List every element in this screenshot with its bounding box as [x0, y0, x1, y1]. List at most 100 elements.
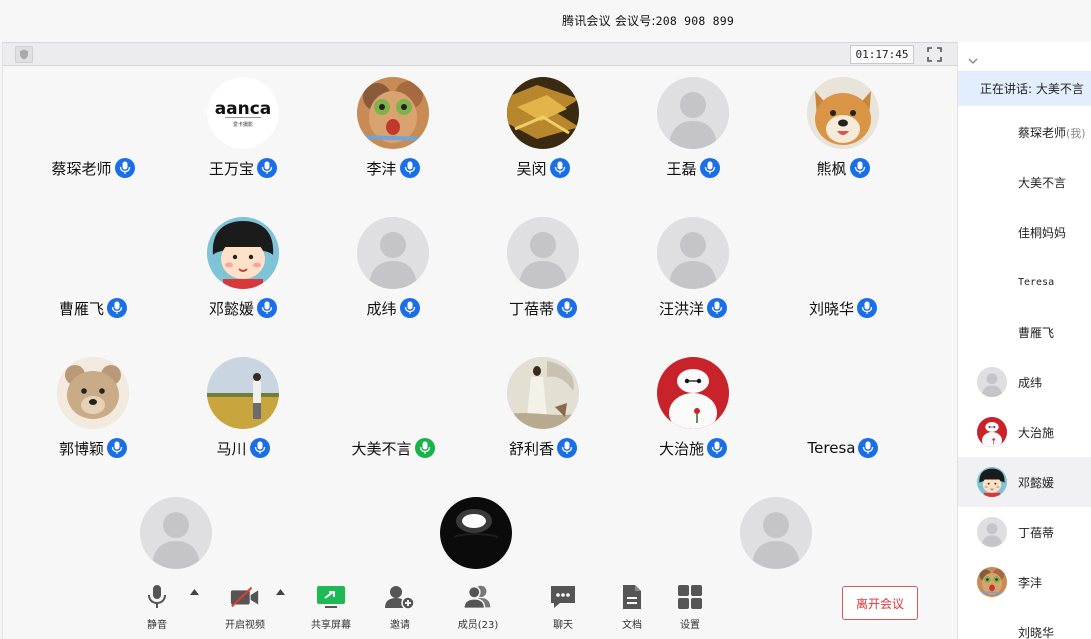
member-name-text: 蔡琛老师 — [1018, 125, 1067, 140]
participant-name-line: 蔡琛老师 — [18, 156, 168, 180]
settings-button[interactable]: 设置 — [655, 582, 725, 634]
microphone-icon — [557, 298, 577, 318]
active-speaker-banner: 正在讲话: 大美不言 — [958, 71, 1091, 106]
app-name: 腾讯会议 — [562, 14, 611, 28]
participant-tile[interactable]: 舒利香 — [468, 357, 618, 477]
participant-name: 王万宝 — [208, 159, 254, 178]
chevron-down-icon[interactable] — [968, 50, 982, 64]
member-name: 李沣 — [1018, 574, 1042, 591]
member-avatar — [977, 567, 1007, 597]
participant-tile[interactable]: 刘晓华 — [768, 217, 918, 337]
meeting-id: 208 908 899 — [655, 14, 735, 28]
participant-name: 马川 — [216, 439, 247, 458]
member-name: 刘晓华 — [1018, 624, 1054, 639]
fullscreen-icon[interactable] — [925, 46, 943, 63]
participant-name: 王磊 — [666, 159, 697, 178]
member-name: 成纬 — [1018, 374, 1042, 391]
chat-button[interactable]: 聊天 — [528, 582, 598, 634]
participant-tile[interactable]: 成纬 — [318, 217, 468, 337]
invite-button[interactable]: 邀请 — [365, 582, 435, 634]
participant-tile[interactable]: aanca 爱卡摄影 王万宝 — [168, 77, 318, 197]
participant-name: 大美不言 — [351, 439, 412, 458]
member-name: 佳桐妈妈 — [1018, 224, 1066, 241]
participant-tile[interactable]: 王磊 — [618, 77, 768, 197]
member-avatar — [977, 417, 1007, 447]
leave-meeting-button[interactable]: 离开会议 — [842, 586, 918, 620]
participant-name-line: 郭博颖 — [18, 436, 168, 460]
participant-name-line: 大治施 — [618, 436, 768, 460]
member-list-item[interactable]: 大美不言 — [958, 157, 1091, 207]
member-name: 蔡琛老师(我) — [1018, 124, 1086, 141]
participant-name: 刘晓华 — [808, 299, 854, 318]
participant-name: 吴闵 — [516, 159, 547, 178]
participant-tile[interactable]: 邓懿媛 — [168, 217, 318, 337]
share-screen-button[interactable]: 共享屏幕 — [296, 582, 366, 634]
mute-options-caret-icon[interactable] — [187, 586, 201, 598]
members-button[interactable]: 成员(23) — [443, 582, 513, 634]
participant-tile[interactable]: 郭博颖 — [18, 357, 168, 477]
microphone-icon — [557, 438, 577, 458]
participant-tile[interactable]: 李沣 — [318, 77, 468, 197]
member-name: 邓懿媛 — [1018, 474, 1054, 491]
participant-tile[interactable]: 大治施 — [618, 357, 768, 477]
participant-name: 成纬 — [366, 299, 397, 318]
participant-avatar — [807, 77, 879, 149]
participant-avatar — [507, 217, 579, 289]
participant-tile[interactable]: 蔡琛老师 — [18, 77, 168, 197]
member-list-item[interactable]: 丁蓓蒂 — [958, 507, 1091, 557]
member-list-item[interactable]: 李沣 — [958, 557, 1091, 607]
participant-name-line: 成纬 — [318, 296, 468, 320]
window-title: 腾讯会议 会议号:208 908 899 — [562, 12, 734, 29]
chat-bubble-icon — [547, 582, 579, 612]
member-list-item[interactable]: 大治施 — [958, 407, 1091, 457]
meeting-window: 腾讯会议 会议号:208 908 899 01:17:45 蔡琛老师 aanca 爱… — [0, 0, 1091, 639]
member-list-item[interactable]: 邓懿媛 — [958, 457, 1091, 507]
participant-name: Teresa — [807, 439, 856, 457]
participant-avatar — [657, 77, 729, 149]
participant-avatar — [440, 497, 512, 569]
shield-icon[interactable] — [15, 46, 33, 63]
member-list-item[interactable]: Teresa — [958, 257, 1091, 307]
participant-name: 曹雁飞 — [58, 299, 104, 318]
add-user-icon — [384, 582, 416, 612]
member-name-text: 大治施 — [1018, 425, 1055, 440]
participant-avatar — [740, 497, 812, 569]
participant-avatar — [507, 357, 579, 429]
member-list-item[interactable]: 刘晓华 — [958, 607, 1091, 639]
microphone-icon — [549, 158, 570, 178]
participant-tile[interactable]: 吴闵 — [468, 77, 618, 197]
svg-text:爱卡摄影: 爱卡摄影 — [233, 121, 253, 128]
participant-tile[interactable]: 曹雁飞 — [18, 217, 168, 337]
participant-name-line: 大美不言 — [318, 436, 468, 460]
microphone-icon — [399, 158, 420, 178]
participant-tile[interactable]: 熊枫 — [768, 77, 918, 197]
meeting-timer: 01:17:45 — [850, 45, 914, 64]
participant-name: 汪洪洋 — [658, 299, 704, 318]
video-gallery: 01:17:45 蔡琛老师 aanca 爱卡摄影 王万宝 李沣 吴闵 王磊 熊枫 曹雁飞 邓懿媛成… — [2, 42, 958, 639]
start-video-label: 开启视频 — [225, 620, 265, 631]
member-name-text: 曹雁飞 — [1018, 325, 1055, 340]
participant-name: 蔡琛老师 — [51, 159, 112, 178]
start-video-button[interactable]: 开启视频 — [210, 582, 280, 634]
participant-tile[interactable]: Teresa — [768, 357, 918, 477]
document-icon — [616, 582, 648, 612]
participant-tile[interactable]: 马川 — [168, 357, 318, 477]
mute-button[interactable]: 静音 — [122, 582, 192, 634]
member-list-item[interactable]: 佳桐妈妈 — [958, 207, 1091, 257]
microphone-icon — [414, 438, 435, 458]
participant-tile[interactable]: 大美不言 — [318, 357, 468, 477]
member-list-item[interactable]: 成纬 — [958, 357, 1091, 407]
participant-tile[interactable]: 汪洪洋 — [618, 217, 768, 337]
member-name-text: 李沣 — [1018, 575, 1043, 590]
video-options-caret-icon[interactable] — [273, 586, 287, 598]
member-avatar — [977, 467, 1007, 497]
participant-name-line: 马川 — [168, 436, 318, 460]
participant-avatar — [657, 357, 729, 429]
participant-name-line: 王万宝 — [168, 156, 318, 180]
member-list-item[interactable]: 蔡琛老师(我) — [958, 107, 1091, 157]
participant-tile[interactable]: 丁蓓蒂 — [468, 217, 618, 337]
member-name: 丁蓓蒂 — [1018, 524, 1054, 541]
member-list-item[interactable]: 曹雁飞 — [958, 307, 1091, 357]
participant-name-line: 吴闵 — [468, 156, 618, 180]
settings-grid-icon — [674, 582, 706, 612]
